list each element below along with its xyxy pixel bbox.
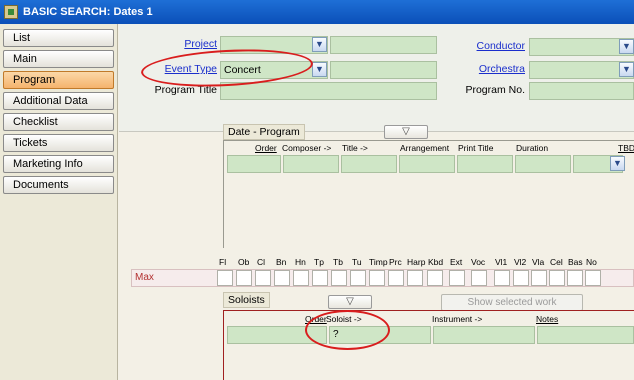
- show-selected-work-button[interactable]: Show selected work: [441, 294, 583, 311]
- event-type-label[interactable]: Event Type: [157, 63, 217, 75]
- orchestra-label[interactable]: Orchestra: [459, 63, 525, 75]
- inst-cell-cel[interactable]: [549, 270, 565, 286]
- col-order[interactable]: Order: [255, 143, 277, 153]
- program-no-label: Program No.: [465, 84, 525, 96]
- inst-no: No: [586, 257, 597, 267]
- inst-cel: Cel: [550, 257, 563, 267]
- inst-cell-bn[interactable]: [274, 270, 290, 286]
- sidebar-item-program[interactable]: Program: [3, 71, 114, 89]
- project-label[interactable]: Project: [181, 38, 217, 50]
- sidebar-item-checklist[interactable]: Checklist: [3, 113, 114, 131]
- inst-voc: Voc: [471, 257, 486, 267]
- col-arrangement[interactable]: Arrangement: [400, 143, 449, 153]
- program-title-field[interactable]: [220, 82, 437, 100]
- inst-vla: Vla: [532, 257, 545, 267]
- program-no-field[interactable]: [529, 82, 634, 100]
- inst-cell-ext[interactable]: [449, 270, 465, 286]
- inst-ob: Ob: [238, 257, 250, 267]
- inst-cl: Cl: [257, 257, 266, 267]
- col-composer[interactable]: Composer ->: [282, 143, 331, 153]
- conductor-label[interactable]: Conductor: [459, 40, 525, 52]
- inst-prc: Prc: [389, 257, 402, 267]
- window-title: BASIC SEARCH: Dates 1: [23, 6, 153, 18]
- inst-cell-vl1[interactable]: [494, 270, 510, 286]
- conductor-dropdown-button[interactable]: ▼: [619, 39, 634, 54]
- sidebar-item-documents[interactable]: Documents: [3, 176, 114, 194]
- program-cell-composer[interactable]: [283, 155, 339, 173]
- main-panel: Project ▼ Event Type Concert ▼ Program T…: [119, 24, 634, 380]
- inst-cell-fl[interactable]: [217, 270, 233, 286]
- inst-cell-prc[interactable]: [388, 270, 404, 286]
- inst-cell-kbd[interactable]: [427, 270, 443, 286]
- inst-tp: Tp: [314, 257, 324, 267]
- col-duration[interactable]: Duration: [516, 143, 548, 153]
- sidebar-item-tickets[interactable]: Tickets: [3, 134, 114, 152]
- inst-cell-tp[interactable]: [312, 270, 328, 286]
- inst-fl: Fl: [219, 257, 227, 267]
- program-cell-order[interactable]: [227, 155, 281, 173]
- instrument-header: Fl Ob Cl Bn Hn Tp Tb Tu Timp Prc Harp Kb…: [219, 257, 634, 269]
- program-dropdown-button[interactable]: ▼: [610, 156, 625, 171]
- inst-tb: Tb: [333, 257, 343, 267]
- inst-bas: Bas: [568, 257, 583, 267]
- soloist-col-soloist[interactable]: Soloist ->: [326, 314, 362, 324]
- soloists-toggle-button[interactable]: ▽: [328, 295, 372, 309]
- instrument-row-label: Max: [135, 272, 154, 283]
- inst-cell-ob[interactable]: [236, 270, 252, 286]
- sidebar-item-main[interactable]: Main: [3, 50, 114, 68]
- program-cell-duration[interactable]: [515, 155, 571, 173]
- project-dropdown-button[interactable]: ▼: [312, 37, 327, 52]
- inst-cell-harp[interactable]: [407, 270, 423, 286]
- soloist-cell-notes[interactable]: [537, 326, 634, 344]
- program-cell-arrangement[interactable]: [399, 155, 455, 173]
- inst-cell-bas[interactable]: [567, 270, 583, 286]
- event-type-dropdown-button[interactable]: ▼: [312, 62, 327, 77]
- inst-cell-tu[interactable]: [350, 270, 366, 286]
- inst-vl2: Vl2: [514, 257, 527, 267]
- inst-harp: Harp: [407, 257, 426, 267]
- inst-cell-cl[interactable]: [255, 270, 271, 286]
- orchestra-dropdown-button[interactable]: ▼: [619, 62, 634, 77]
- sidebar-item-marketing-info[interactable]: Marketing Info: [3, 155, 114, 173]
- date-program-toggle-button[interactable]: ▽: [384, 125, 428, 139]
- inst-bn: Bn: [276, 257, 287, 267]
- header-form: Project ▼ Event Type Concert ▼ Program T…: [119, 24, 634, 132]
- project-description-field[interactable]: [330, 36, 437, 54]
- inst-timp: Timp: [369, 257, 388, 267]
- inst-ext: Ext: [450, 257, 463, 267]
- inst-cell-no[interactable]: [585, 270, 601, 286]
- inst-cell-vla[interactable]: [531, 270, 547, 286]
- window-titlebar: BASIC SEARCH: Dates 1: [0, 0, 634, 24]
- inst-cell-tb[interactable]: [331, 270, 347, 286]
- sidebar-item-additional-data[interactable]: Additional Data: [3, 92, 114, 110]
- soloist-cell-order[interactable]: [227, 326, 327, 344]
- event-type-description-field[interactable]: [330, 61, 437, 79]
- date-program-header: Order Composer -> Title -> Arrangement P…: [225, 143, 634, 155]
- program-cell-print-title[interactable]: [457, 155, 513, 173]
- inst-cell-timp[interactable]: [369, 270, 385, 286]
- inst-tu: Tu: [352, 257, 362, 267]
- col-tbd[interactable]: TBD: [618, 143, 634, 153]
- sidebar: List Main Program Additional Data Checkl…: [0, 24, 118, 380]
- inst-vl1: Vl1: [495, 257, 508, 267]
- soloists-header: Order Soloist -> Instrument -> Notes: [225, 314, 634, 326]
- sidebar-item-list[interactable]: List: [3, 29, 114, 47]
- program-title-label: Program Title: [154, 84, 217, 96]
- soloist-cell-instrument[interactable]: [433, 326, 535, 344]
- inst-hn: Hn: [295, 257, 306, 267]
- inst-cell-vl2[interactable]: [513, 270, 529, 286]
- app-icon: [4, 5, 18, 19]
- soloist-col-order[interactable]: Order: [305, 314, 327, 324]
- soloists-section-label: Soloists: [223, 292, 270, 308]
- inst-cell-voc[interactable]: [471, 270, 487, 286]
- inst-cell-hn[interactable]: [293, 270, 309, 286]
- col-print-title[interactable]: Print Title: [458, 143, 493, 153]
- date-program-section-label: Date - Program: [223, 124, 305, 140]
- program-cell-title[interactable]: [341, 155, 397, 173]
- soloist-col-notes[interactable]: Notes: [536, 314, 558, 324]
- soloist-col-instrument[interactable]: Instrument ->: [432, 314, 482, 324]
- soloist-cell-soloist[interactable]: ?: [329, 326, 431, 344]
- col-title[interactable]: Title ->: [342, 143, 368, 153]
- inst-kbd: Kbd: [428, 257, 444, 267]
